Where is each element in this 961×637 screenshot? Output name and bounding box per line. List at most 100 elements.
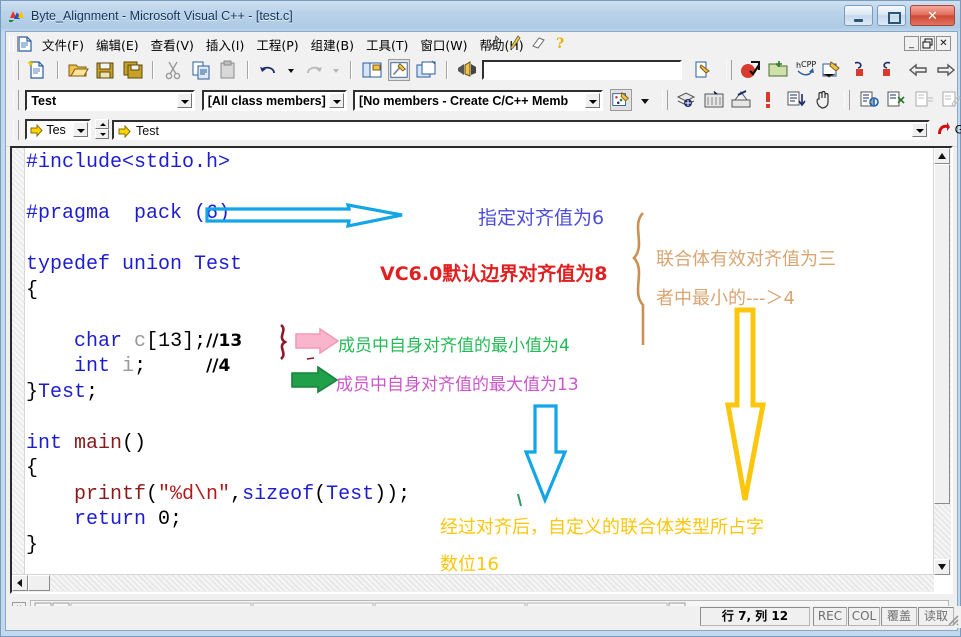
- standard-toolbar: h CPP: [6, 56, 957, 87]
- exclaim-run-icon[interactable]: [757, 89, 779, 111]
- editor-horizontal-scrollbar[interactable]: [12, 574, 934, 592]
- vcpp-app-icon: [9, 9, 25, 23]
- find-in-files-icon[interactable]: [456, 59, 478, 81]
- go-label: Go: [954, 122, 961, 137]
- workspace-icon[interactable]: [361, 59, 383, 81]
- app-root: Byte_Alignment - Microsoft Visual C++ - …: [0, 0, 961, 637]
- chevron-down-icon[interactable]: [912, 122, 928, 137]
- scroll-left-button[interactable]: [12, 575, 28, 591]
- editor-vertical-scrollbar[interactable]: [933, 148, 951, 575]
- undo-icon[interactable]: [258, 59, 280, 81]
- menu-item-insert[interactable]: 插入(I): [200, 32, 250, 57]
- main-window: Byte_Alignment - Microsoft Visual C++ - …: [0, 0, 961, 637]
- find-combo-box[interactable]: [482, 60, 683, 80]
- create-member-combo[interactable]: [No members - Create C/C++ Memb: [353, 89, 604, 111]
- mdi-minimize-button[interactable]: _: [904, 36, 919, 51]
- eraser-icon[interactable]: [530, 36, 546, 53]
- annotation-pragma-note: 指定对齐值为6: [478, 207, 605, 229]
- status-overwrite: 覆盖: [881, 607, 917, 626]
- build-all-icon[interactable]: [703, 89, 725, 111]
- classwizard-dropdown-icon[interactable]: [638, 89, 652, 111]
- nav-forward-icon[interactable]: [935, 59, 957, 81]
- document-icon: [18, 36, 32, 52]
- bookmark-spinner[interactable]: [94, 119, 109, 140]
- insert-breakpoint-icon[interactable]: [858, 89, 880, 111]
- editor-gutter: [12, 148, 25, 592]
- scroll-down-button[interactable]: [934, 559, 950, 575]
- scroll-thumb[interactable]: [934, 164, 950, 504]
- create-member-combo-value: [No members - Create C/C++ Memb: [359, 93, 569, 108]
- nav-back-icon[interactable]: [907, 59, 929, 81]
- wizard-toolbar: Test [All class members] [No members - C…: [6, 86, 961, 117]
- open-file-icon[interactable]: [67, 59, 89, 81]
- stop-build-icon[interactable]: [730, 89, 752, 111]
- menu-item-window[interactable]: 窗口(W): [414, 32, 473, 57]
- step-into-icon[interactable]: [785, 89, 807, 111]
- bookmark-name-value: Test: [136, 123, 159, 138]
- pencil-icon[interactable]: [509, 34, 521, 54]
- compile-icon[interactable]: [739, 59, 761, 81]
- new-file-icon[interactable]: [26, 59, 48, 81]
- bookmark-combo[interactable]: Tes: [25, 119, 92, 140]
- status-rec: REC: [813, 607, 847, 626]
- menu-item-project[interactable]: 工程(P): [250, 32, 304, 57]
- save-icon[interactable]: [94, 59, 116, 81]
- open-folder-icon[interactable]: [767, 59, 789, 81]
- menu-item-tools[interactable]: 工具(T): [360, 32, 414, 57]
- help-question-icon[interactable]: ?: [555, 35, 567, 54]
- close-button[interactable]: ✕: [910, 5, 955, 26]
- status-col: COL: [848, 607, 880, 626]
- status-bar: 行 7, 列 12 REC COL 覆盖 读取: [10, 606, 961, 628]
- copy-icon[interactable]: [190, 59, 212, 81]
- hand-icon[interactable]: [812, 89, 834, 111]
- svg-text:CPP: CPP: [801, 60, 816, 69]
- members-combo[interactable]: [All class members]: [201, 89, 347, 111]
- annotation-union-note-1: 联合体有效对齐值为三: [656, 249, 836, 270]
- window-list-icon[interactable]: [415, 59, 437, 81]
- undo-dropdown-icon[interactable]: [285, 59, 297, 81]
- minimize-button[interactable]: [844, 5, 873, 26]
- hscroll-thumb[interactable]: [28, 575, 50, 591]
- resize-grip-icon[interactable]: [945, 612, 959, 626]
- bookmark-red-icon[interactable]: [849, 59, 871, 81]
- annotation-result-line-2: 数位16: [440, 554, 499, 575]
- redo-dropdown-icon[interactable]: [330, 59, 342, 81]
- save-all-icon[interactable]: [122, 59, 144, 81]
- pin-icon[interactable]: [486, 34, 500, 54]
- menu-item-build[interactable]: 组建(B): [305, 32, 360, 57]
- compile-build-icon[interactable]: [675, 89, 697, 111]
- chevron-down-icon[interactable]: [585, 92, 601, 108]
- bookmark-name-field[interactable]: Test: [112, 119, 931, 141]
- find-combo-value: [484, 62, 680, 66]
- cpp-icon[interactable]: h CPP: [794, 59, 816, 81]
- annotation-max-note: 成员中自身对齐值的最大值为13: [336, 375, 579, 395]
- chevron-down-icon[interactable]: [73, 122, 89, 137]
- mdi-close-button[interactable]: ✕: [936, 36, 951, 51]
- bookmark-toolbar: Tes Test G: [6, 116, 961, 147]
- edit-breakpoint-icon[interactable]: [940, 89, 961, 111]
- menu-item-view[interactable]: 查看(V): [145, 32, 200, 57]
- class-combo[interactable]: Test: [25, 89, 196, 111]
- chevron-down-icon[interactable]: [328, 92, 344, 108]
- classwizard-icon[interactable]: [610, 89, 633, 111]
- mdi-restore-button[interactable]: [920, 36, 935, 51]
- remove-breakpoint-icon[interactable]: [885, 89, 907, 111]
- find-next-icon[interactable]: [692, 59, 714, 81]
- red-go-arrow-icon: [935, 122, 954, 139]
- go-button[interactable]: Go: [933, 119, 961, 140]
- chevron-down-icon[interactable]: [177, 92, 193, 108]
- redo-icon[interactable]: [302, 59, 324, 81]
- maximize-button[interactable]: [877, 5, 906, 26]
- annotation-union-note-2: 者中最小的---＞4: [656, 288, 795, 309]
- menu-item-file[interactable]: 文件(F): [36, 32, 90, 57]
- yellow-arrow-icon: [118, 124, 131, 141]
- disable-breakpoint-icon[interactable]: [913, 89, 935, 111]
- cut-icon[interactable]: [162, 59, 184, 81]
- output-window-icon[interactable]: [387, 59, 410, 81]
- scroll-up-button[interactable]: [934, 148, 950, 164]
- bookmark-red2-icon[interactable]: [876, 59, 898, 81]
- find-icon[interactable]: [821, 59, 843, 81]
- menu-item-edit[interactable]: 编辑(E): [90, 32, 145, 57]
- window-title: Byte_Alignment - Microsoft Visual C++ - …: [31, 9, 293, 23]
- paste-icon[interactable]: [217, 59, 239, 81]
